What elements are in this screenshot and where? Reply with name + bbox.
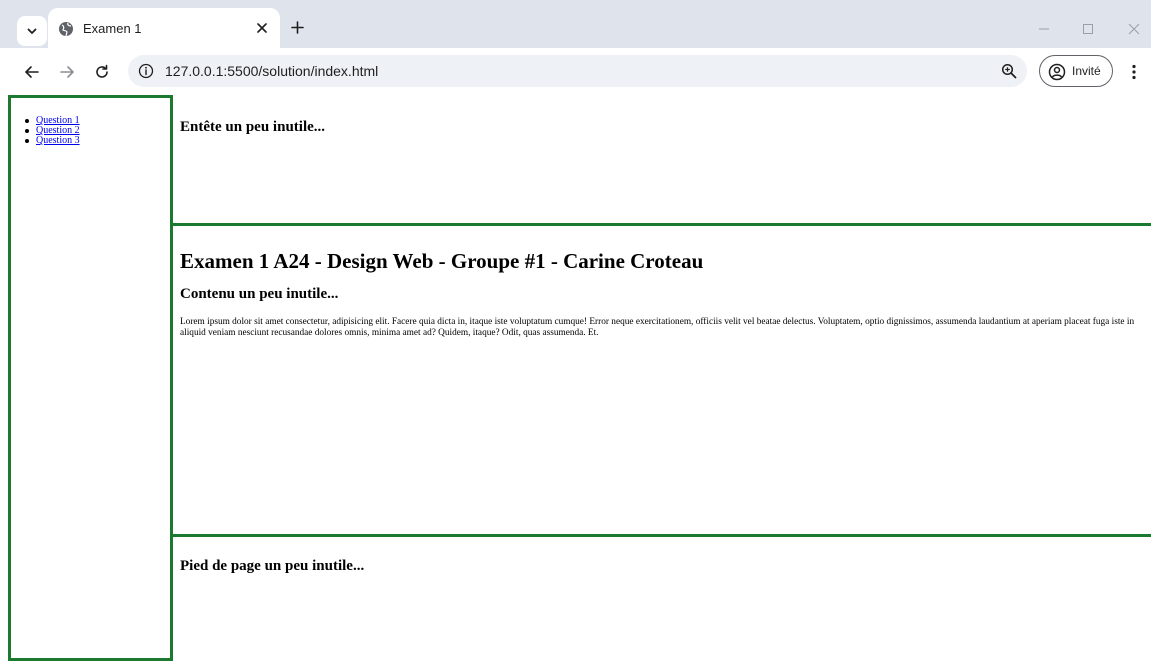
page-main: Examen 1 A24 - Design Web - Groupe #1 - … <box>180 249 1142 339</box>
url-text[interactable]: 127.0.0.1:5500/solution/index.html <box>165 63 378 79</box>
profile-icon <box>1048 63 1066 81</box>
maximize-icon <box>1083 24 1093 34</box>
footer-text: Pied de page un peu inutile... <box>180 558 365 574</box>
main-subtitle: Contenu un peu inutile... <box>180 286 339 302</box>
address-bar[interactable]: 127.0.0.1:5500/solution/index.html <box>128 55 1027 87</box>
tab-strip: Examen 1 <box>0 0 1151 48</box>
main-body-text: Lorem ipsum dolor sit amet consectetur, … <box>180 317 1135 338</box>
profile-label: Invité <box>1072 64 1101 78</box>
info-icon[interactable] <box>138 63 154 79</box>
column-divider <box>170 95 173 661</box>
reload-button[interactable] <box>90 60 114 84</box>
page-viewport: Question 1 Question 2 Question 3 Entête … <box>0 95 1151 661</box>
header-divider <box>170 223 1151 226</box>
browser-toolbar: 127.0.0.1:5500/solution/index.html Invit… <box>0 48 1151 95</box>
new-tab-button[interactable] <box>287 17 307 37</box>
minimize-button[interactable] <box>1035 20 1053 38</box>
tab-title: Examen 1 <box>83 21 142 36</box>
arrow-left-icon <box>25 66 39 78</box>
chevron-down-icon <box>27 28 37 34</box>
nav-item: Question 3 <box>25 136 80 146</box>
profile-button[interactable]: Invité <box>1039 55 1113 87</box>
forward-button[interactable] <box>55 60 79 84</box>
arrow-right-icon <box>60 66 74 78</box>
reload-icon <box>96 64 108 78</box>
window-close-icon <box>1128 23 1140 35</box>
window-close-button[interactable] <box>1125 20 1143 38</box>
tab-search-button[interactable] <box>17 16 47 46</box>
page-nav: Question 1 Question 2 Question 3 <box>8 95 172 661</box>
header-text: Entête un peu inutile... <box>180 119 326 135</box>
page-title: Examen 1 A24 - Design Web - Groupe #1 - … <box>180 249 704 273</box>
nav-list: Question 1 Question 2 Question 3 <box>25 116 80 146</box>
page-footer: Pied de page un peu inutile... <box>180 558 364 575</box>
minimize-icon <box>1039 28 1049 30</box>
close-icon[interactable] <box>252 18 272 38</box>
browser-tab[interactable]: Examen 1 <box>48 8 280 48</box>
page-header: Entête un peu inutile... <box>180 119 325 136</box>
globe-icon <box>59 22 73 37</box>
kebab-menu-icon <box>1132 64 1136 80</box>
maximize-button[interactable] <box>1079 20 1097 38</box>
footer-divider <box>170 534 1151 537</box>
plus-icon <box>290 20 304 34</box>
zoom-icon[interactable] <box>1001 63 1017 79</box>
back-button[interactable] <box>20 60 44 84</box>
nav-link-question-3[interactable]: Question 3 <box>36 135 80 146</box>
kebab-menu-button[interactable] <box>1125 60 1143 84</box>
